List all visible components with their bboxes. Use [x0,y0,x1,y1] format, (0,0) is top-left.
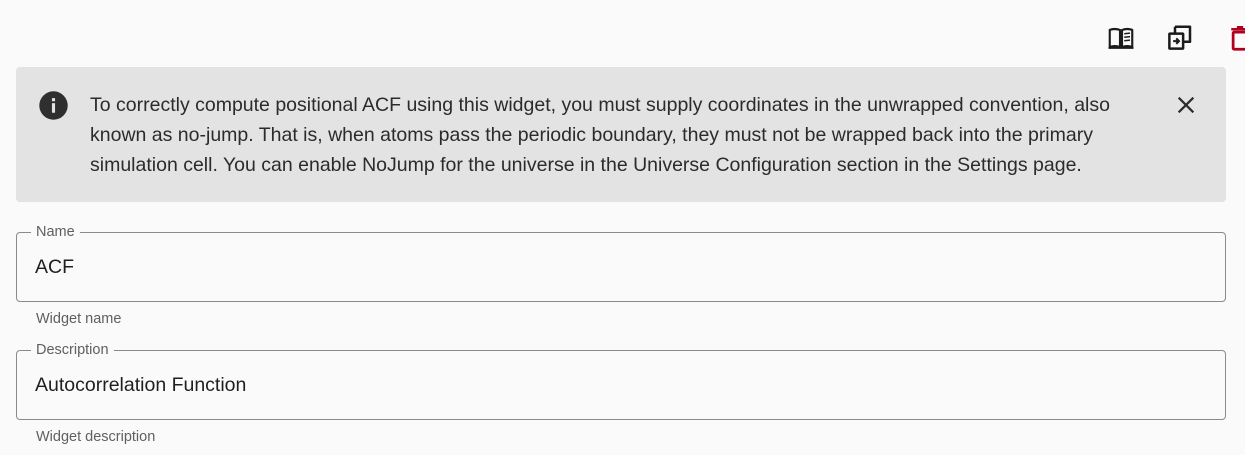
description-helper-text: Widget description [36,429,156,445]
alert-message: To correctly compute positional ACF usin… [90,94,1110,176]
info-icon [39,91,68,120]
widget-toolbar [1045,20,1245,56]
book-open-icon [1108,27,1134,49]
alert-close-button[interactable] [1170,89,1202,121]
duplicate-icon [1168,25,1192,50]
trash-icon [1231,26,1245,51]
name-helper-text: Widget name [36,311,122,327]
description-field: Description [16,341,1226,420]
description-input[interactable] [35,351,1205,419]
name-input[interactable] [35,233,1205,301]
close-icon [1177,96,1195,114]
delete-button[interactable] [1220,20,1245,56]
duplicate-button[interactable] [1160,20,1200,56]
name-field: Name [16,223,1226,302]
info-alert: To correctly compute positional ACF usin… [16,67,1226,202]
documentation-button[interactable] [1101,20,1141,56]
